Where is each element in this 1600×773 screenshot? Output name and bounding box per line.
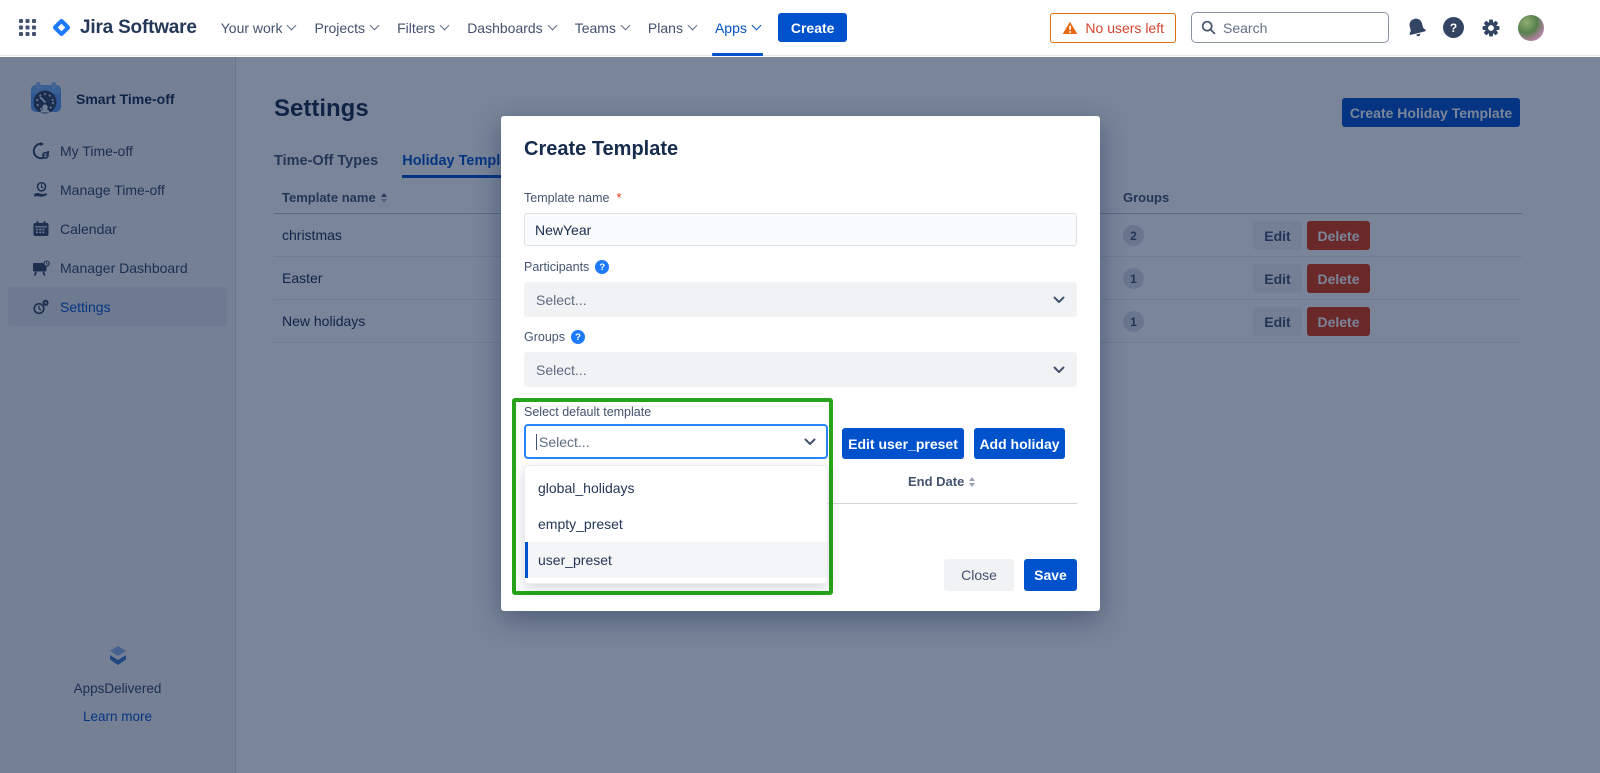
- text-cursor: [536, 434, 537, 450]
- chevron-down-icon: [751, 21, 761, 31]
- chevron-down-icon: [440, 21, 450, 31]
- user-avatar[interactable]: [1518, 15, 1544, 41]
- nav-plans[interactable]: Plans: [646, 0, 698, 56]
- primary-nav: Your work Projects Filters Dashboards Te…: [219, 0, 762, 56]
- create-button[interactable]: Create: [778, 13, 848, 42]
- end-date-column-header[interactable]: End Date: [908, 474, 976, 489]
- create-template-modal: Create Template Template name * Participa…: [501, 116, 1100, 611]
- search-icon: [1201, 20, 1216, 35]
- nav-label: Projects: [314, 20, 365, 36]
- groups-help-icon[interactable]: ?: [571, 330, 585, 344]
- select-placeholder: Select...: [536, 362, 587, 378]
- participants-help-icon[interactable]: ?: [595, 260, 609, 274]
- select-placeholder: Select...: [539, 434, 804, 450]
- jira-logo[interactable]: Jira Software: [50, 16, 197, 39]
- modal-title: Create Template: [524, 138, 678, 161]
- option-empty-preset[interactable]: empty_preset: [525, 506, 827, 542]
- nav-label: Plans: [648, 20, 683, 36]
- chevron-down-icon: [287, 21, 297, 31]
- chevron-down-icon: [1053, 366, 1065, 374]
- save-button[interactable]: Save: [1024, 559, 1077, 591]
- topnav-right: No users left ?: [1050, 12, 1544, 43]
- label-text: Template name: [524, 191, 609, 205]
- add-holiday-button[interactable]: Add holiday: [974, 428, 1065, 459]
- template-name-input[interactable]: [524, 213, 1077, 246]
- close-button[interactable]: Close: [944, 559, 1014, 591]
- settings-gear-icon[interactable]: [1479, 16, 1503, 40]
- no-users-left-button[interactable]: No users left: [1050, 13, 1176, 43]
- jira-logo-icon: [50, 16, 73, 39]
- app-switcher-icon[interactable]: [14, 15, 40, 41]
- notifications-bell-icon[interactable]: [1404, 16, 1428, 40]
- nav-your-work[interactable]: Your work: [219, 0, 298, 56]
- nav-label: Teams: [575, 20, 616, 36]
- chevron-down-icon: [1053, 296, 1065, 304]
- nav-teams[interactable]: Teams: [573, 0, 631, 56]
- groups-select[interactable]: Select...: [524, 352, 1077, 387]
- nav-filters[interactable]: Filters: [395, 0, 450, 56]
- column-label: End Date: [908, 474, 964, 489]
- required-asterisk: *: [616, 191, 621, 205]
- select-placeholder: Select...: [536, 292, 587, 308]
- nav-dashboards[interactable]: Dashboards: [465, 0, 558, 56]
- option-user-preset[interactable]: user_preset: [525, 542, 827, 578]
- chevron-down-icon: [547, 21, 557, 31]
- chevron-down-icon: [804, 438, 816, 446]
- app-root: Jira Software Your work Projects Filters…: [0, 0, 1600, 773]
- participants-select[interactable]: Select...: [524, 282, 1077, 317]
- nav-label: Your work: [221, 20, 283, 36]
- chevron-down-icon: [620, 21, 630, 31]
- label-text: Participants: [524, 260, 589, 274]
- warning-icon: [1062, 21, 1078, 35]
- nav-label: Filters: [397, 20, 435, 36]
- top-navigation: Jira Software Your work Projects Filters…: [0, 0, 1600, 56]
- option-global-holidays[interactable]: global_holidays: [525, 470, 827, 506]
- grid-icon: [18, 18, 37, 37]
- search-input[interactable]: [1223, 20, 1363, 36]
- participants-label: Participants ?: [524, 260, 609, 274]
- nav-label: Dashboards: [467, 20, 543, 36]
- default-template-dropdown-menu: global_holidays empty_preset user_preset: [524, 465, 828, 584]
- sort-icon: [968, 476, 976, 488]
- help-icon[interactable]: ?: [1443, 17, 1464, 38]
- product-name: Jira Software: [80, 17, 197, 39]
- nav-projects[interactable]: Projects: [312, 0, 380, 56]
- annotation-highlight-box: Select default template Select... global…: [512, 398, 833, 595]
- nav-apps[interactable]: Apps: [713, 0, 762, 56]
- groups-label: Groups ?: [524, 330, 585, 344]
- edit-user-preset-button[interactable]: Edit user_preset: [842, 428, 964, 459]
- chevron-down-icon: [688, 21, 698, 31]
- default-template-label: Select default template: [524, 405, 651, 419]
- template-name-label: Template name *: [524, 191, 621, 205]
- default-template-select[interactable]: Select...: [524, 424, 828, 459]
- label-text: Groups: [524, 330, 565, 344]
- search-box[interactable]: [1191, 12, 1389, 43]
- warning-label: No users left: [1085, 20, 1164, 36]
- chevron-down-icon: [370, 21, 380, 31]
- nav-label: Apps: [715, 20, 747, 36]
